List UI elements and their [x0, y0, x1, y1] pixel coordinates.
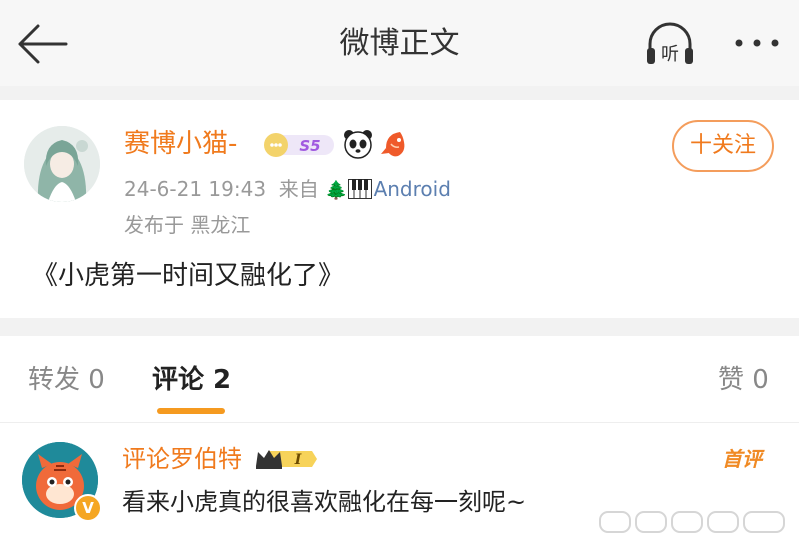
divider	[0, 422, 799, 423]
tab-comments[interactable]: 评论 2	[152, 362, 231, 398]
verified-badge: V	[74, 494, 102, 522]
crown-badge-icon: I	[256, 450, 317, 469]
tree-icon: 🌲	[325, 180, 348, 201]
vip-level-badge: S5	[264, 133, 334, 157]
top-bar: 微博正文 听	[0, 0, 799, 86]
first-comment-tag: 首评	[722, 447, 762, 471]
post-location: 发布于 黑龙江	[124, 213, 251, 237]
post-card: 赛博小猫- S5 24-6-21 19:43 来自 🌲 Android 发布于 黑…	[0, 100, 799, 318]
headphones-icon: 听	[647, 22, 693, 65]
watermark-overlay	[599, 511, 785, 533]
post-content: 《小虎第一时间又融化了》	[32, 261, 345, 291]
interaction-card: 转发 0 评论 2 赞 0 V 评论罗伯特 I 首评 看来小虎真的很喜欢融化在每…	[0, 336, 799, 539]
tab-likes[interactable]: 赞 0	[718, 362, 769, 398]
koi-fish-icon	[381, 132, 405, 157]
post-meta: 24-6-21 19:43 来自 🌲 Android	[124, 174, 451, 206]
commenter-username[interactable]: 评论罗伯特	[122, 442, 242, 476]
avatar-illustration	[24, 126, 100, 202]
active-tab-indicator	[157, 408, 225, 414]
source-prefix: 来自	[278, 177, 319, 201]
tab-reposts[interactable]: 转发 0	[28, 362, 105, 398]
author-username[interactable]: 赛博小猫-	[124, 126, 237, 162]
back-button[interactable]	[14, 22, 70, 66]
vip-level-text: S5	[299, 137, 320, 155]
piano-icon	[347, 179, 372, 199]
source-app-link[interactable]: Android	[374, 177, 451, 201]
arrow-left-icon	[18, 24, 68, 64]
post-timestamp: 24-6-21 19:43	[124, 177, 267, 201]
author-avatar[interactable]	[24, 126, 100, 202]
listen-label: 听	[661, 44, 679, 65]
comment-content: 看来小虎真的很喜欢融化在每一刻呢~	[122, 488, 527, 516]
listen-button[interactable]: 听	[644, 20, 696, 70]
panda-icon	[344, 130, 372, 159]
badge-level-text: I	[294, 452, 302, 468]
follow-button[interactable]: 十关注	[672, 120, 774, 172]
more-button[interactable]	[732, 28, 782, 58]
more-dots-icon	[735, 39, 779, 47]
